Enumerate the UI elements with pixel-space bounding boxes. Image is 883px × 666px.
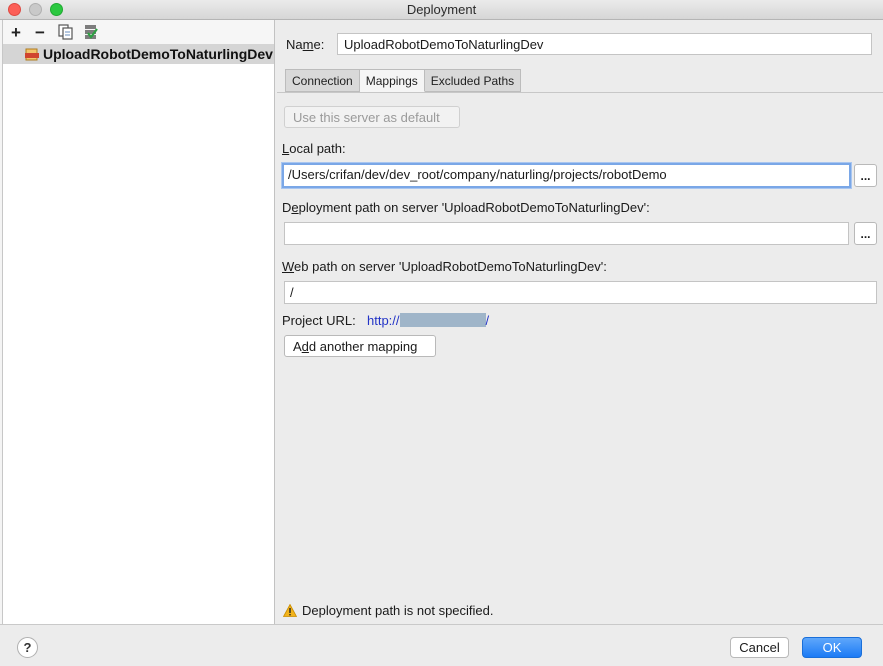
help-button[interactable]: ? (17, 637, 38, 658)
deployment-path-input[interactable] (284, 222, 849, 245)
title-bar: Deployment (0, 0, 883, 20)
project-url-link[interactable]: http:/// (367, 313, 489, 328)
deployment-path-browse-button[interactable]: ... (854, 222, 877, 245)
use-as-default-button[interactable]: Use this server as default (284, 106, 460, 128)
ok-button[interactable]: OK (802, 637, 862, 658)
local-path-label: Local path: (282, 141, 346, 156)
server-name-label: UploadRobotDemoToNaturlingDev (43, 46, 273, 62)
add-another-mapping-button[interactable]: Add another mapping (284, 335, 436, 357)
add-server-button[interactable]: + (7, 23, 25, 41)
sftp-server-icon (25, 48, 39, 61)
server-list-item[interactable]: UploadRobotDemoToNaturlingDev (3, 44, 274, 64)
local-path-browse-button[interactable]: ... (854, 164, 877, 187)
server-default-icon (84, 25, 98, 39)
tab-mappings[interactable]: Mappings (359, 69, 425, 92)
copy-server-button[interactable] (56, 23, 74, 41)
tab-excluded-paths[interactable]: Excluded Paths (424, 69, 522, 92)
remove-server-button[interactable]: − (31, 23, 49, 41)
dialog-footer: ? Cancel OK (0, 624, 883, 666)
local-path-input[interactable]: /Users/crifan/dev/dev_root/company/natur… (282, 163, 851, 188)
redacted-host (399, 313, 486, 327)
server-name-input[interactable]: UploadRobotDemoToNaturlingDev (337, 33, 872, 55)
mappings-panel: Use this server as default Local path: /… (277, 92, 883, 592)
server-list-toolbar: + − (3, 20, 274, 44)
deployment-path-label: Deployment path on server 'UploadRobotDe… (282, 200, 650, 215)
name-label: Name: (286, 37, 325, 52)
minus-icon: − (35, 22, 45, 42)
warning-text: Deployment path is not specified. (302, 603, 494, 618)
project-url-label: Project URL: (282, 313, 356, 328)
plus-icon: + (11, 22, 21, 42)
tab-connection[interactable]: Connection (285, 69, 360, 92)
settings-tabs: Connection Mappings Excluded Paths (285, 69, 522, 92)
set-default-server-button[interactable] (81, 23, 99, 41)
web-path-label: Web path on server 'UploadRobotDemoToNat… (282, 259, 607, 274)
cancel-button[interactable]: Cancel (730, 637, 789, 658)
server-list-panel: + − UploadRobotDemoToNaturlingDev (3, 20, 275, 624)
web-path-input[interactable]: / (284, 281, 877, 304)
copy-icon (57, 24, 73, 40)
validation-warning: Deployment path is not specified. (283, 603, 494, 618)
window-title: Deployment (406, 2, 477, 17)
warning-icon (283, 604, 297, 617)
